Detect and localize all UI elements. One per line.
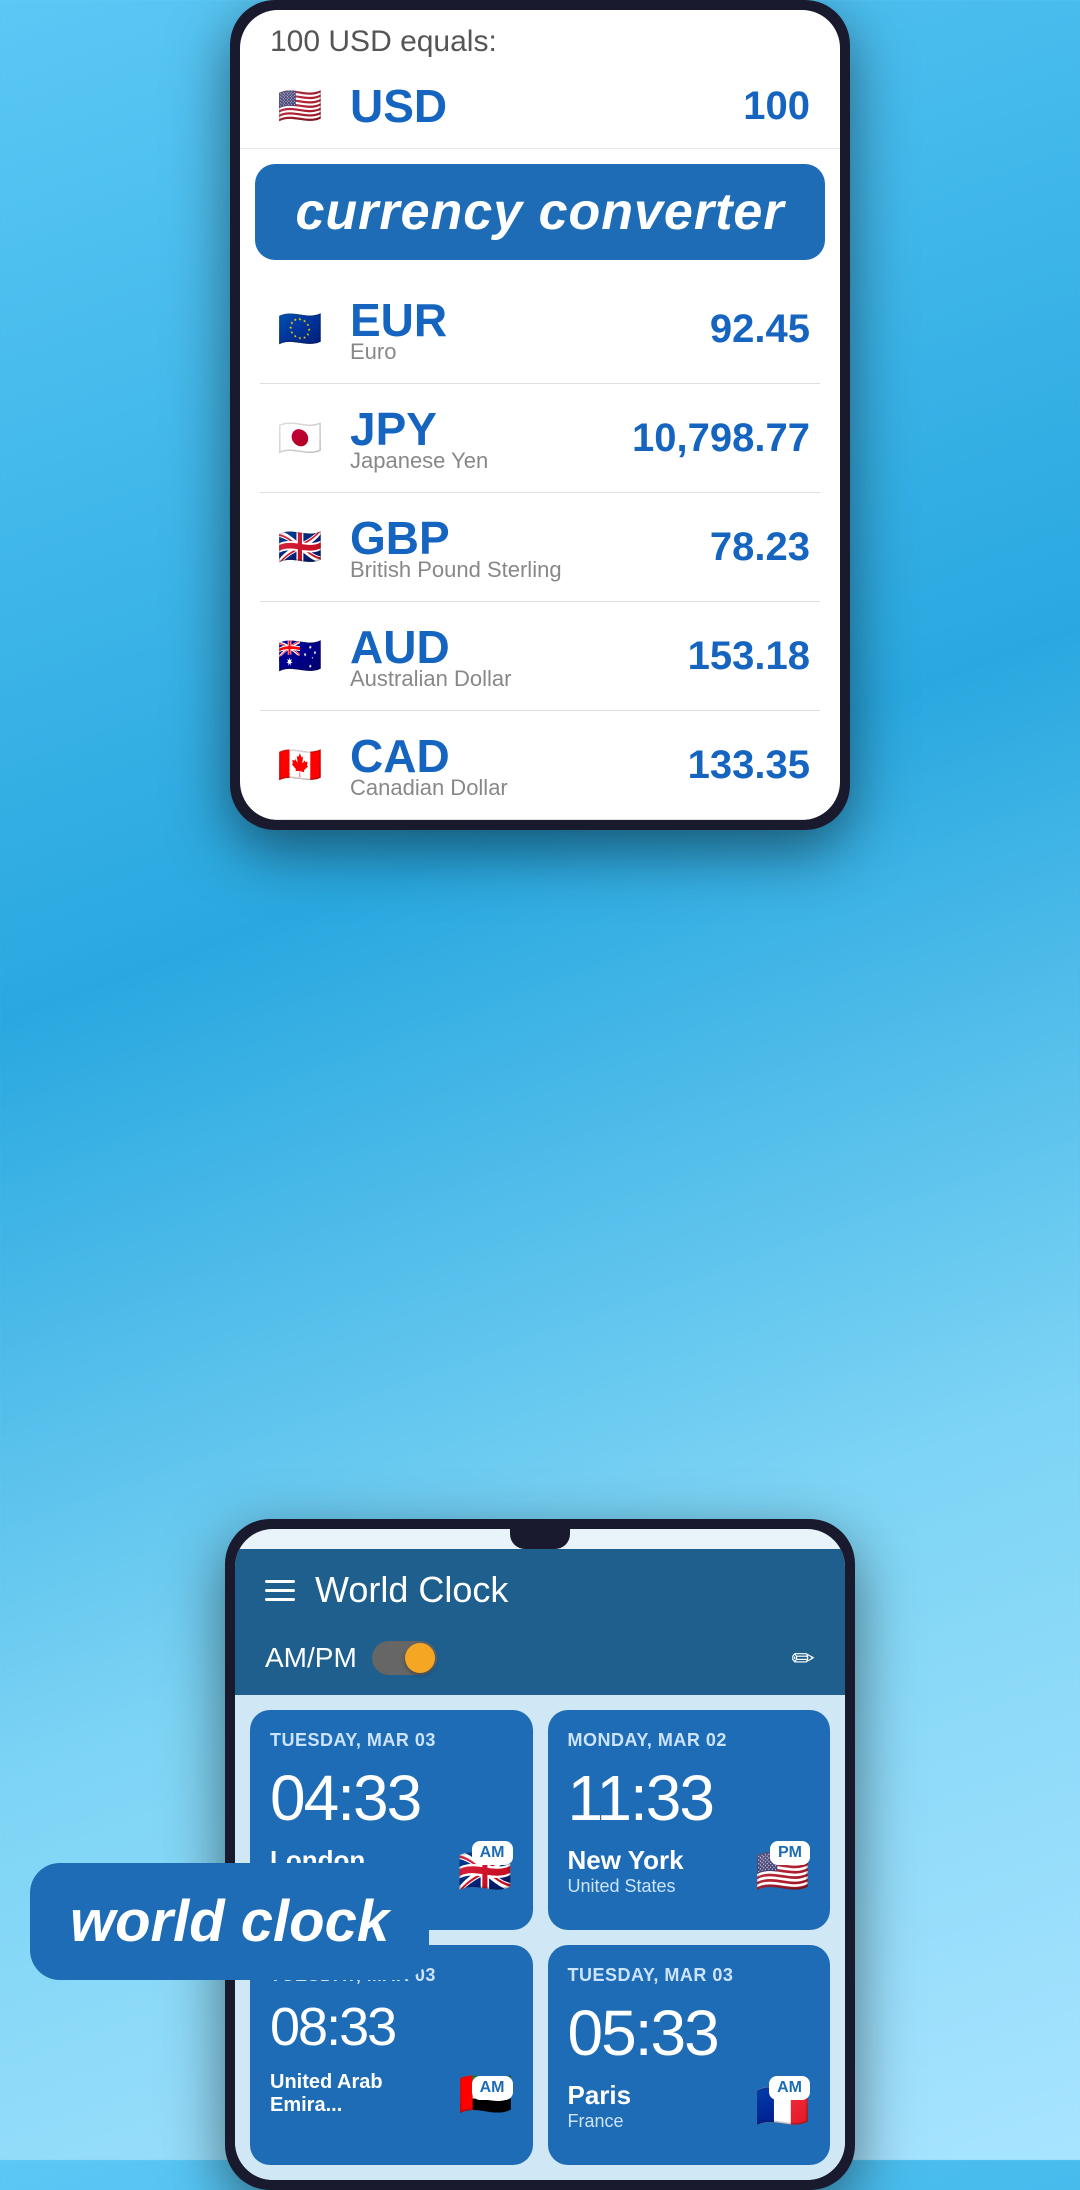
currency-screen: 100 USD equals: 🇺🇸 USD 100 currency conv…	[240, 10, 840, 820]
paris-city: Paris	[568, 2080, 632, 2111]
eur-info: EUR Euro	[350, 293, 710, 365]
jpy-info: JPY Japanese Yen	[350, 402, 632, 474]
world-clock-phone: World Clock AM/PM ✏ TUESDAY, MAR 03 04:3…	[225, 1519, 855, 2190]
newyork-ampm: PM	[770, 1841, 810, 1865]
uae-time: 08:33	[270, 1996, 513, 2058]
clock-header: World Clock	[235, 1549, 845, 1631]
cad-flag: 🇨🇦	[270, 735, 330, 795]
currency-list: 🇪🇺 EUR Euro 92.45 🇯🇵 JPY Japanese Yen 10…	[240, 275, 840, 820]
uae-city: United Arab Emira...	[270, 2071, 458, 2117]
paris-clock-card[interactable]: TUESDAY, MAR 03 05:33 AM Paris France 🇫🇷	[548, 1945, 831, 2165]
currency-banner: currency converter	[255, 164, 825, 260]
usd-value: 100	[743, 84, 810, 129]
usd-info: USD	[350, 79, 743, 133]
currency-converter-phone: 100 USD equals: 🇺🇸 USD 100 currency conv…	[230, 0, 850, 830]
eur-flag: 🇪🇺	[270, 299, 330, 359]
currency-banner-text: currency converter	[285, 182, 795, 242]
edit-icon[interactable]: ✏	[792, 1642, 815, 1675]
paris-country: France	[568, 2111, 632, 2132]
usd-flag: 🇺🇸	[270, 76, 330, 136]
newyork-city-info: New York United States	[568, 1845, 684, 1897]
hamburger-line-3	[265, 1598, 295, 1601]
london-time: 04:33	[270, 1761, 513, 1835]
phone-notch	[510, 1529, 570, 1549]
jpy-flag: 🇯🇵	[270, 408, 330, 468]
hamburger-menu[interactable]	[265, 1580, 295, 1601]
world-clock-screen: World Clock AM/PM ✏ TUESDAY, MAR 03 04:3…	[235, 1529, 845, 2180]
jpy-item[interactable]: 🇯🇵 JPY Japanese Yen 10,798.77	[260, 384, 820, 493]
aud-value: 153.18	[688, 634, 810, 679]
paris-ampm: AM	[769, 2076, 810, 2100]
cad-info: CAD Canadian Dollar	[350, 729, 688, 801]
world-clock-banner: world clock	[30, 1863, 429, 1980]
world-clock-banner-text: world clock	[70, 1888, 389, 1955]
uae-city-info: United Arab Emira...	[270, 2071, 458, 2117]
eur-item[interactable]: 🇪🇺 EUR Euro 92.45	[260, 275, 820, 384]
gbp-name: British Pound Sterling	[350, 557, 710, 583]
eur-value: 92.45	[710, 307, 810, 352]
london-date: TUESDAY, MAR 03	[270, 1730, 513, 1751]
paris-time: 05:33	[568, 1996, 811, 2070]
newyork-clock-card[interactable]: MONDAY, MAR 02 11:33 PM New York United …	[548, 1710, 831, 1930]
gbp-value: 78.23	[710, 525, 810, 570]
ampm-toggle[interactable]	[372, 1641, 437, 1675]
jpy-value: 10,798.77	[632, 416, 810, 461]
hamburger-line-1	[265, 1580, 295, 1583]
cad-name: Canadian Dollar	[350, 775, 688, 801]
cad-item[interactable]: 🇨🇦 CAD Canadian Dollar 133.35	[260, 711, 820, 820]
newyork-time: 11:33	[568, 1761, 811, 1835]
paris-date: TUESDAY, MAR 03	[568, 1965, 811, 1986]
header-equals: 100 USD equals:	[240, 10, 840, 64]
gbp-info: GBP British Pound Sterling	[350, 511, 710, 583]
usd-row: 🇺🇸 USD 100	[240, 64, 840, 149]
newyork-date: MONDAY, MAR 02	[568, 1730, 811, 1751]
usd-code: USD	[350, 79, 743, 133]
gbp-flag: 🇬🇧	[270, 517, 330, 577]
gbp-item[interactable]: 🇬🇧 GBP British Pound Sterling 78.23	[260, 493, 820, 602]
aud-item[interactable]: 🇦🇺 AUD Australian Dollar 153.18	[260, 602, 820, 711]
aud-info: AUD Australian Dollar	[350, 620, 688, 692]
newyork-country: United States	[568, 1876, 684, 1897]
aud-flag: 🇦🇺	[270, 626, 330, 686]
hamburger-line-2	[265, 1589, 295, 1592]
london-ampm: AM	[472, 1841, 513, 1865]
toggle-knob	[405, 1643, 435, 1673]
ampm-label: AM/PM	[265, 1642, 357, 1674]
cad-value: 133.35	[688, 743, 810, 788]
jpy-name: Japanese Yen	[350, 448, 632, 474]
aud-name: Australian Dollar	[350, 666, 688, 692]
uae-ampm: AM	[472, 2076, 513, 2100]
clock-subheader: AM/PM ✏	[235, 1631, 845, 1695]
paris-city-info: Paris France	[568, 2080, 632, 2132]
newyork-city: New York	[568, 1845, 684, 1876]
clock-app-title: World Clock	[315, 1569, 815, 1611]
